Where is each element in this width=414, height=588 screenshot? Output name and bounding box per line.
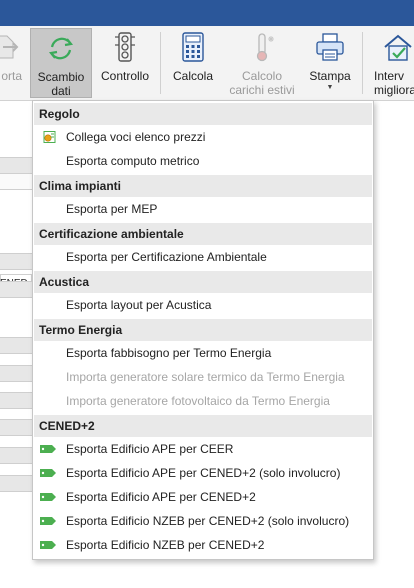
menu-item-label: Esporta Edificio APE per CENED+2	[66, 490, 256, 504]
scambio-dati-dropdown-menu: Regolo Collega voci elenco prezzi Esport…	[32, 100, 374, 560]
menu-item-label: Collega voci elenco prezzi	[66, 130, 206, 144]
controllo-button[interactable]: Controllo	[96, 28, 154, 98]
scambio-dati-button[interactable]: Scambio dati ▼	[30, 28, 92, 106]
grid-row	[0, 475, 32, 492]
interventi-migliorativi-button[interactable]: Interv migliora	[366, 28, 414, 98]
grid-row	[0, 447, 32, 464]
ribbon-separator	[362, 32, 363, 94]
menu-item-esporta-ape-cened2[interactable]: Esporta Edificio APE per CENED+2	[34, 485, 372, 509]
printer-icon	[316, 33, 344, 61]
house-improvement-icon	[384, 34, 412, 61]
export-button[interactable]: orta	[0, 28, 26, 98]
calcolo-carichi-estivi-button[interactable]: Calcolo carichi estivi	[224, 28, 300, 98]
section-header-regolo: Regolo	[34, 103, 372, 125]
export-label: orta	[1, 69, 22, 83]
interventi-label-line2: migliora	[374, 83, 414, 97]
scambio-dati-label-line1: Scambio	[37, 70, 85, 84]
menu-item-esporta-nzeb-cened2[interactable]: Esporta Edificio NZEB per CENED+2	[34, 533, 372, 557]
grid-row	[0, 173, 32, 190]
tag-icon	[40, 517, 56, 525]
grid-row	[0, 281, 32, 298]
menu-item-label: Esporta per MEP	[66, 202, 158, 216]
section-header-certificazione-ambientale: Certificazione ambientale	[34, 223, 372, 245]
export-icon	[0, 35, 19, 59]
menu-item-label: Esporta Edificio NZEB per CENED+2	[66, 538, 265, 552]
menu-item-importa-generatore-fotovoltaico[interactable]: Importa generatore fotovoltaico da Termo…	[34, 389, 372, 413]
menu-item-label: Esporta layout per Acustica	[66, 298, 212, 312]
ribbon-separator	[160, 32, 161, 94]
menu-item-esporta-ape-cened2-solo-involucro[interactable]: Esporta Edificio APE per CENED+2 (solo i…	[34, 461, 372, 485]
grid-row	[0, 253, 32, 270]
menu-item-esporta-fabbisogno-termo-energia[interactable]: Esporta fabbisogno per Termo Energia	[34, 341, 372, 365]
section-header-acustica: Acustica	[34, 271, 372, 293]
ribbon-toolbar: orta Scambio dati ▼ Controllo	[0, 26, 414, 106]
controllo-label: Controllo	[100, 69, 150, 83]
traffic-light-icon	[115, 32, 135, 62]
scambio-dati-label-line2: dati	[51, 84, 71, 98]
grid-row	[0, 337, 32, 354]
menu-item-label: Esporta Edificio APE per CEER	[66, 442, 234, 456]
section-header-clima-impianti: Clima impianti	[34, 175, 372, 197]
menu-item-collega-voci-elenco-prezzi[interactable]: Collega voci elenco prezzi	[34, 125, 372, 149]
sync-icon	[48, 37, 74, 60]
title-bar	[0, 0, 414, 26]
chevron-down-icon: ▼	[326, 84, 334, 91]
calcola-button[interactable]: Calcola	[166, 28, 220, 98]
grid-row	[0, 157, 32, 174]
price-list-icon	[43, 131, 56, 143]
stampa-label: Stampa	[309, 69, 351, 83]
stampa-button[interactable]: Stampa ▼	[302, 28, 358, 98]
menu-item-label: Esporta per Certificazione Ambientale	[66, 250, 267, 264]
thermometer-icon	[256, 33, 274, 62]
menu-item-label: Esporta computo metrico	[66, 154, 200, 168]
calcolo-label-line1: Calcolo	[241, 69, 283, 83]
menu-item-esporta-nzeb-cened2-solo-involucro[interactable]: Esporta Edificio NZEB per CENED+2 (solo …	[34, 509, 372, 533]
section-header-cened2: CENED+2	[34, 415, 372, 437]
tag-icon	[40, 493, 56, 501]
menu-item-esporta-certificazione-ambientale[interactable]: Esporta per Certificazione Ambientale	[34, 245, 372, 269]
section-header-termo-energia: Termo Energia	[34, 319, 372, 341]
calcolo-label-line2: carichi estivi	[229, 83, 295, 97]
tag-icon	[40, 469, 56, 477]
background-grid: ENED -	[0, 101, 34, 588]
menu-item-label: Esporta fabbisogno per Termo Energia	[66, 346, 272, 360]
menu-item-importa-generatore-solare-termico[interactable]: Importa generatore solare termico da Ter…	[34, 365, 372, 389]
menu-item-label: Esporta Edificio APE per CENED+2 (solo i…	[66, 466, 341, 480]
calcola-label: Calcola	[172, 69, 214, 83]
menu-item-label: Importa generatore solare termico da Ter…	[66, 370, 345, 384]
grid-row	[0, 365, 32, 382]
calculator-icon	[182, 32, 204, 62]
menu-item-esporta-computo-metrico[interactable]: Esporta computo metrico	[34, 149, 372, 173]
menu-item-esporta-ape-ceer[interactable]: Esporta Edificio APE per CEER	[34, 437, 372, 461]
menu-item-label: Esporta Edificio NZEB per CENED+2 (solo …	[66, 514, 350, 528]
menu-item-label: Importa generatore fotovoltaico da Termo…	[66, 394, 330, 408]
menu-item-esporta-per-mep[interactable]: Esporta per MEP	[34, 197, 372, 221]
grid-row	[0, 392, 32, 409]
menu-item-esporta-layout-acustica[interactable]: Esporta layout per Acustica	[34, 293, 372, 317]
tag-icon	[40, 445, 56, 453]
grid-row	[0, 419, 32, 436]
interventi-label-line1: Interv	[374, 69, 405, 83]
tag-icon	[40, 541, 56, 549]
